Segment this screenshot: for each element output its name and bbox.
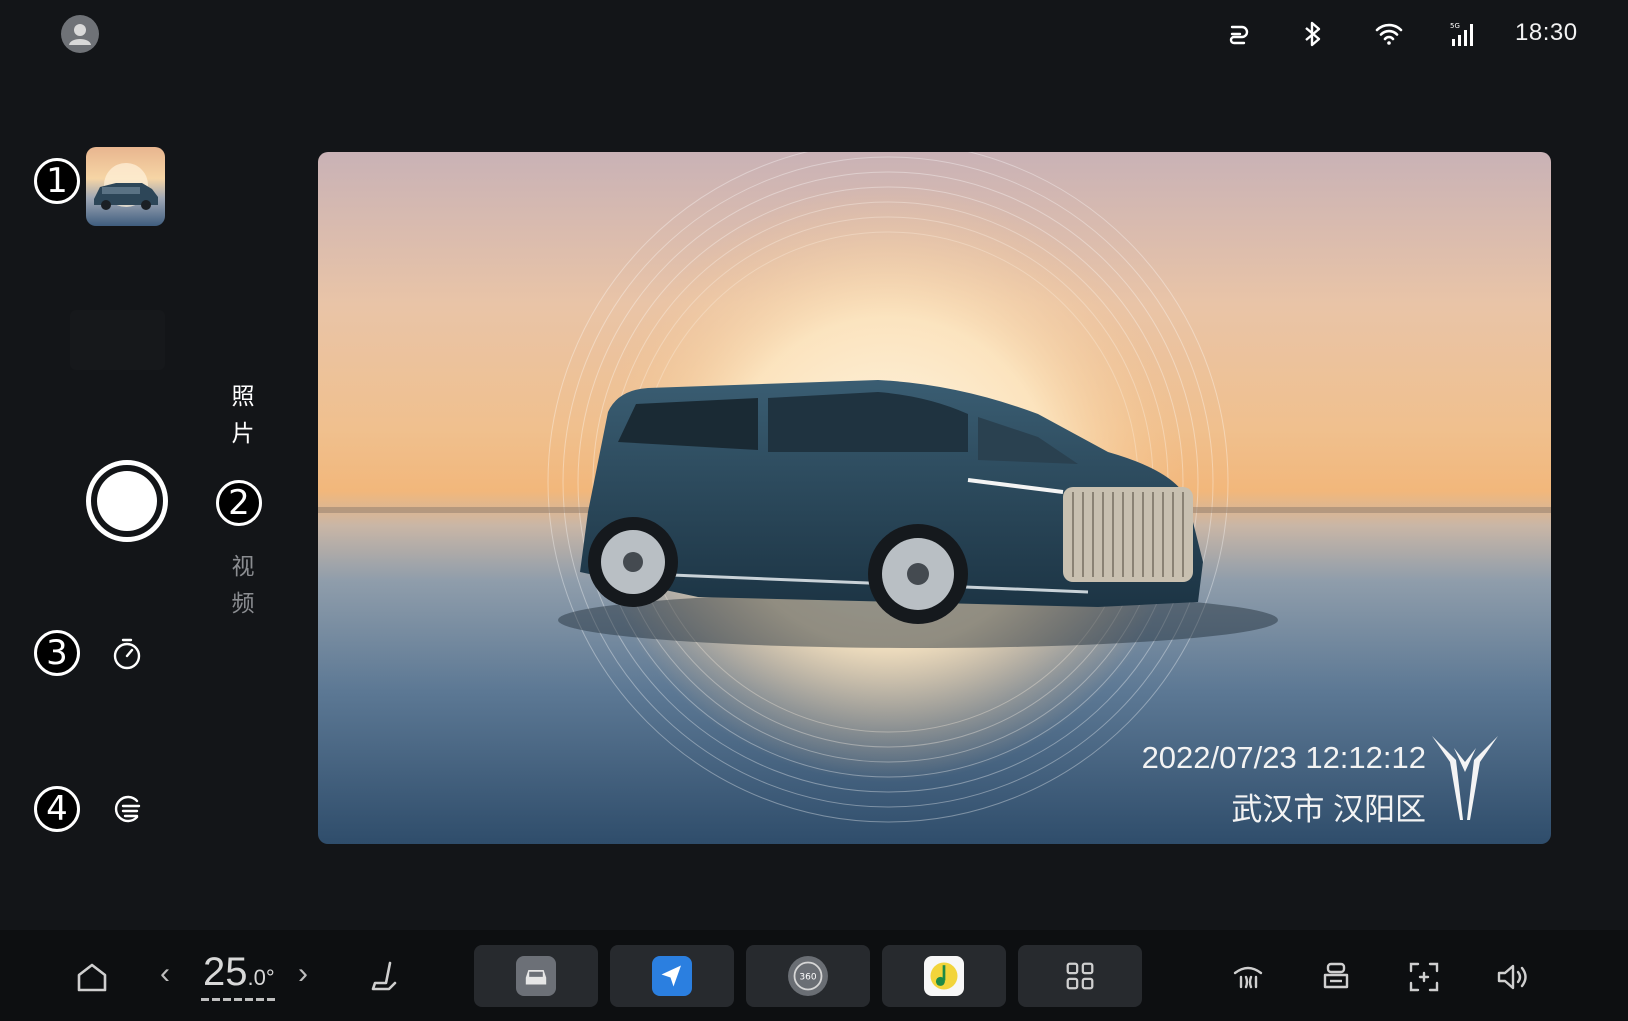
- temperature-level: [201, 998, 276, 1001]
- shutter-button[interactable]: [86, 460, 168, 542]
- callout-badge-1: 1: [34, 158, 80, 204]
- car-app[interactable]: [474, 945, 598, 1007]
- photo-timestamp: 2022/07/23 12:12:12: [1141, 740, 1426, 775]
- empty-slot: [70, 310, 165, 370]
- temp-increase-button[interactable]: ›: [298, 957, 308, 991]
- brand-logo-icon: [1432, 736, 1498, 820]
- photo-location: 武汉市 汉阳区: [1231, 792, 1426, 827]
- bluetooth-icon: [1296, 17, 1330, 51]
- callout-badge-4: 4: [34, 786, 80, 832]
- timer-icon[interactable]: [109, 636, 145, 677]
- home-icon[interactable]: [72, 957, 112, 997]
- rear-defrost-icon[interactable]: [1228, 957, 1268, 997]
- temperature-value: 25: [203, 950, 248, 994]
- volume-icon[interactable]: [1492, 957, 1532, 997]
- temp-decrease-button[interactable]: ‹: [160, 957, 170, 991]
- camera-360-app[interactable]: 360: [746, 945, 870, 1007]
- user-avatar[interactable]: [61, 15, 99, 53]
- filter-icon[interactable]: [109, 791, 145, 832]
- mode-photo-label[interactable]: 照片: [228, 378, 258, 452]
- seat-icon[interactable]: [1316, 957, 1356, 997]
- camera-360-icon: 360: [788, 956, 828, 996]
- grid-icon: [1066, 962, 1094, 990]
- temperature-display: 25.0°: [203, 950, 275, 995]
- gallery-thumbnail[interactable]: [86, 147, 165, 226]
- screen-icon[interactable]: [1404, 957, 1444, 997]
- mode-video-label[interactable]: 视频: [228, 548, 258, 622]
- camera-preview: 2022/07/23 12:12:12 武汉市 汉阳区: [318, 152, 1551, 844]
- app-grid[interactable]: [1018, 945, 1142, 1007]
- cellular-5g-icon: 5G: [1446, 17, 1480, 51]
- navigation-icon: [652, 956, 692, 996]
- car-icon: [516, 956, 556, 996]
- music-icon: [924, 956, 964, 996]
- user-icon: [69, 24, 91, 45]
- svg-text:360: 360: [799, 973, 816, 983]
- hotspot-icon: [1221, 17, 1255, 51]
- temperature-unit: °: [265, 965, 275, 990]
- wifi-icon: [1372, 17, 1406, 51]
- callout-badge-3: 3: [34, 630, 80, 676]
- music-app[interactable]: [882, 945, 1006, 1007]
- navigation-app[interactable]: [610, 945, 734, 1007]
- callout-badge-2: 2: [216, 480, 262, 526]
- seat-heat-icon[interactable]: [365, 957, 405, 997]
- temperature-decimal: .0: [247, 965, 266, 990]
- svg-text:5G: 5G: [1450, 22, 1460, 30]
- status-clock: 18:30: [1515, 19, 1578, 46]
